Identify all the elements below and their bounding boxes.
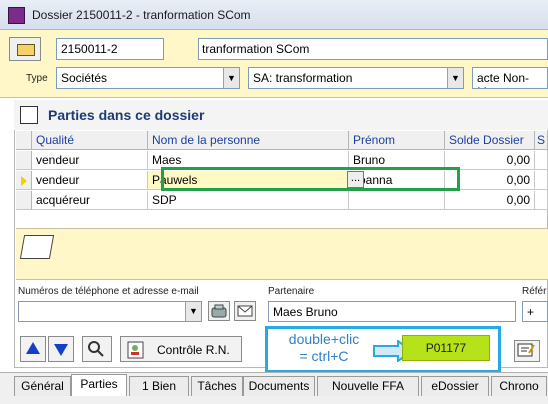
row-indicator-current[interactable] [16, 171, 32, 190]
type-act-select[interactable]: acte Non-Mu [472, 67, 548, 89]
move-down-button[interactable] [48, 336, 74, 362]
tab-chrono[interactable]: Chrono [491, 376, 547, 396]
cell-prenom[interactable] [349, 191, 445, 210]
chevron-down-icon: ▼ [185, 302, 201, 321]
type-category-select[interactable]: Sociétés ▼ [56, 67, 240, 89]
cell-qualite[interactable]: acquéreur [32, 191, 148, 210]
notepad-pen-icon [19, 235, 55, 259]
open-folder-button[interactable] [9, 37, 41, 61]
edit-form-icon [517, 343, 535, 357]
id-card-icon [127, 341, 144, 359]
type-category-value: Sociétés [61, 71, 108, 85]
hint-line-1: double+clic [288, 331, 360, 347]
controle-rn-label: Contrôle R.N. [157, 343, 230, 357]
row-indicator-header [16, 131, 32, 150]
contact-select[interactable]: ▼ [18, 301, 202, 322]
reference-code-box[interactable]: P01177 [402, 335, 490, 361]
edit-button[interactable] [514, 340, 540, 362]
hint-text: double+clic = ctrl+C [279, 331, 369, 365]
tab-edossier[interactable]: eDossier [421, 376, 489, 396]
column-header-nom[interactable]: Nom de la personne [148, 131, 349, 150]
tab-parties[interactable]: Parties [71, 374, 127, 396]
type-label: Type [26, 73, 48, 84]
column-header-prenom[interactable]: Prénom [349, 131, 445, 150]
highlight-frame [161, 167, 460, 191]
contact-label: Numéros de téléphone et adresse e-mail [18, 286, 199, 297]
chevron-down-icon: ▼ [223, 68, 239, 88]
phone-icon [211, 304, 227, 318]
controle-rn-button[interactable]: Contrôle R.N. [120, 336, 242, 362]
cell-extra[interactable] [535, 171, 548, 190]
arrow-down-icon [54, 344, 68, 356]
tab-taches[interactable]: Tâches [191, 376, 243, 396]
move-up-button[interactable] [20, 336, 46, 362]
type-act-value: acte Non-Mu [477, 71, 530, 88]
tab-bien[interactable]: 1 Bien [129, 376, 189, 396]
window-title: Dossier 2150011-2 - tranformation SCom [32, 8, 251, 22]
reference-field[interactable]: + [522, 301, 548, 322]
column-header-solde[interactable]: Solde Dossier [445, 131, 535, 150]
parties-panel-header: Parties dans ce dossier [14, 100, 548, 130]
cell-extra[interactable] [535, 151, 548, 170]
cell-solde[interactable]: 0,00 [445, 191, 535, 210]
hint-line-2: = ctrl+C [299, 348, 349, 364]
column-header-extra[interactable]: S [535, 131, 548, 150]
folder-icon [17, 44, 35, 56]
parties-title: Parties dans ce dossier [48, 107, 205, 123]
row-indicator[interactable] [16, 191, 32, 210]
app-icon [8, 7, 25, 24]
cell-qualite[interactable]: vendeur [32, 151, 148, 170]
envelope-icon [237, 305, 253, 317]
tab-general[interactable]: Général [14, 376, 71, 396]
title-bar: Dossier 2150011-2 - tranformation SCom [0, 0, 548, 30]
row-indicator[interactable] [16, 151, 32, 170]
email-button[interactable] [234, 301, 256, 321]
reference-label: Référ [522, 286, 547, 297]
partner-label: Partenaire [268, 286, 315, 297]
notes-area[interactable] [16, 228, 548, 280]
tab-documents[interactable]: Documents [243, 376, 315, 396]
cell-qualite[interactable]: vendeur [32, 171, 148, 190]
edit-form-icon [20, 106, 38, 124]
tab-nouvelle-ffa[interactable]: Nouvelle FFA [317, 376, 419, 396]
phone-button[interactable] [208, 301, 230, 321]
dossier-description-field[interactable]: tranformation SCom [198, 38, 548, 60]
column-header-qualite[interactable]: Qualité [32, 131, 148, 150]
arrow-up-icon [26, 342, 40, 354]
partner-field[interactable]: Maes Bruno [268, 301, 516, 322]
search-icon [88, 341, 104, 357]
dossier-number-field[interactable]: 2150011-2 [56, 38, 164, 60]
cell-extra[interactable] [535, 191, 548, 210]
cell-nom[interactable]: SDP [148, 191, 349, 210]
search-button[interactable] [82, 336, 112, 362]
current-row-icon [21, 176, 27, 186]
type-subtype-select[interactable]: SA: transformation ▼ [248, 67, 464, 89]
chevron-down-icon: ▼ [447, 68, 463, 88]
type-subtype-value: SA: transformation [253, 71, 353, 85]
